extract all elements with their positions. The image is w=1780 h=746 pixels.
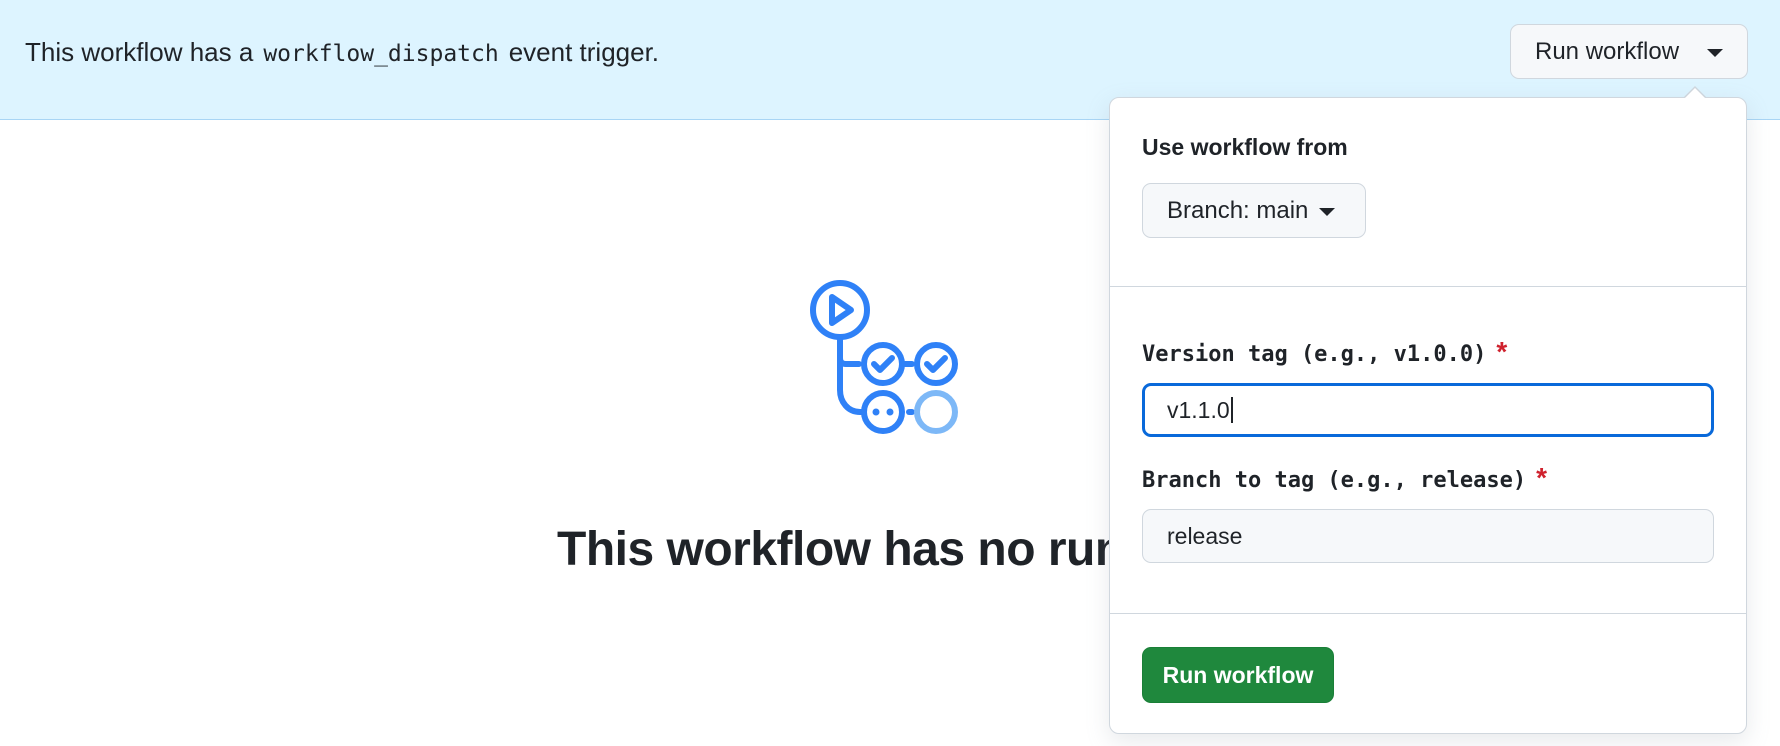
version-tag-label: Version tag (e.g., v1.0.0) * <box>1142 336 1507 368</box>
branch-select-button[interactable]: Branch: main <box>1142 183 1366 238</box>
workflow-graph-icon <box>810 280 958 434</box>
text-cursor <box>1230 397 1233 423</box>
popover-heading: Use workflow from <box>1142 134 1348 160</box>
divider <box>1110 613 1746 614</box>
banner-text-after: event trigger. <box>508 37 660 67</box>
run-workflow-dropdown-label: Run workflow <box>1535 37 1680 65</box>
divider <box>1110 286 1746 287</box>
branch-select-label: Branch: main <box>1167 196 1309 224</box>
empty-state-title: This workflow has no runs <box>557 523 1150 576</box>
version-tag-value: v1.1.0 <box>1167 396 1230 423</box>
branch-to-tag-input[interactable]: release <box>1142 509 1714 563</box>
run-workflow-dropdown-button[interactable]: Run workflow <box>1510 24 1748 79</box>
caret-down-icon <box>1319 208 1335 216</box>
banner-text-before: This workflow has a <box>25 37 254 67</box>
page: This workflow has a workflow_dispatch even… <box>0 0 1780 746</box>
version-tag-input[interactable]: v1.1.0 <box>1142 383 1714 437</box>
version-tag-label-text: Version tag (e.g., v1.0.0) <box>1142 342 1487 367</box>
popover-arrow-inner <box>1684 88 1706 99</box>
branch-to-tag-value: release <box>1167 522 1243 549</box>
branch-to-tag-label: Branch to tag (e.g., release) * <box>1142 462 1547 494</box>
run-workflow-submit-button[interactable]: Run workflow <box>1142 647 1334 703</box>
banner-code: workflow_dispatch <box>263 41 499 67</box>
required-asterisk: * <box>1536 462 1548 493</box>
caret-down-icon <box>1707 49 1723 57</box>
branch-to-tag-label-text: Branch to tag (e.g., release) <box>1142 468 1527 493</box>
run-workflow-popover: Use workflow from Branch: main Version t… <box>1109 97 1747 734</box>
required-asterisk: * <box>1496 336 1508 367</box>
banner-message: This workflow has a workflow_dispatch even… <box>25 32 659 74</box>
